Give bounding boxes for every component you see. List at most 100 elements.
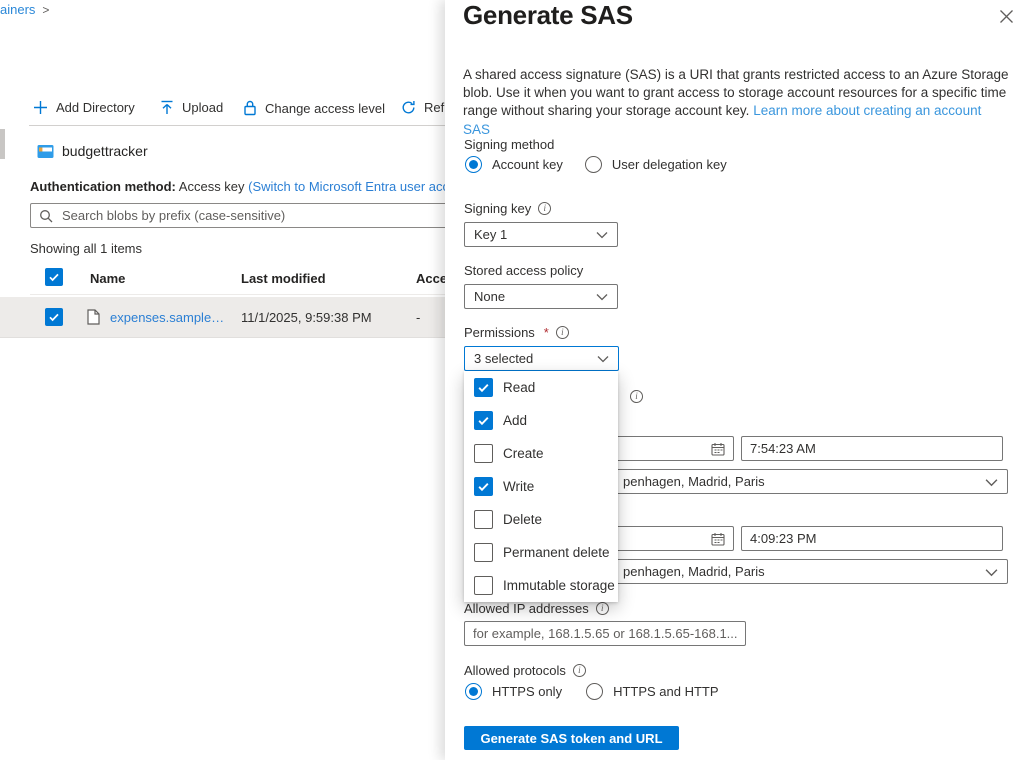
upload-button[interactable]: Upload — [160, 100, 223, 115]
column-header-access[interactable]: Acce — [416, 271, 445, 286]
permission-option-label: Write — [503, 479, 535, 494]
allowed-protocols-label: Allowed protocols i — [464, 663, 586, 678]
column-header-name[interactable]: Name — [90, 271, 125, 286]
stored-access-policy-label: Stored access policy — [464, 263, 584, 278]
allowed-ip-label-text: Allowed IP addresses — [464, 601, 589, 616]
signing-key-label-text: Signing key — [464, 201, 532, 216]
write-checkbox[interactable] — [474, 477, 493, 496]
allowed-ip-input[interactable] — [464, 621, 746, 646]
chevron-down-icon — [597, 356, 609, 363]
blob-row[interactable]: expenses.sample… 11/1/2025, 9:59:38 PM - — [0, 297, 445, 338]
refresh-icon — [402, 101, 415, 114]
create-checkbox[interactable] — [474, 444, 493, 463]
lock-icon — [244, 100, 256, 116]
https-and-http-label: HTTPS and HTTP — [613, 684, 719, 699]
change-access-level-label: Change access level — [265, 100, 385, 116]
expiry-time-input[interactable] — [741, 526, 1003, 551]
container-title: budgettracker — [37, 143, 148, 159]
change-access-level-button[interactable]: Change access level — [243, 100, 385, 116]
authentication-method-line: Authentication method: Access key (Switc… — [30, 179, 445, 194]
items-count-text: Showing all 1 items — [30, 241, 142, 256]
pane-edge-scrollbar[interactable] — [0, 129, 5, 159]
close-panel-button[interactable] — [996, 6, 1016, 26]
signing-method-label: Signing method — [464, 137, 555, 152]
check-icon — [478, 483, 489, 492]
signing-key-select[interactable]: Key 1 — [464, 222, 618, 247]
immutable-storage-checkbox[interactable] — [474, 576, 493, 595]
allowed-ip-label: Allowed IP addresses i — [464, 601, 609, 616]
user-delegation-key-radio[interactable] — [584, 156, 602, 173]
search-icon — [40, 209, 53, 222]
permission-option-label: Read — [503, 380, 536, 395]
check-icon — [49, 313, 59, 322]
permission-option-label: Delete — [503, 512, 543, 527]
blob-access-tier: - — [416, 310, 421, 325]
blob-search-box[interactable] — [30, 203, 445, 228]
blob-last-modified: 11/1/2025, 9:59:38 PM — [241, 310, 372, 325]
https-and-http-radio[interactable] — [586, 683, 604, 700]
permissions-label-text: Permissions — [464, 325, 535, 340]
plus-icon — [34, 101, 47, 114]
permission-option-create[interactable]: Create — [464, 437, 618, 470]
blob-name-link[interactable]: expenses.sample… — [110, 310, 224, 325]
blob-table-header: Name Last modified Acce — [30, 264, 445, 295]
calendar-icon[interactable] — [711, 442, 725, 456]
signing-key-value: Key 1 — [474, 227, 508, 242]
account-key-radio[interactable] — [465, 156, 482, 173]
permissions-select[interactable]: 3 selected — [464, 346, 619, 371]
check-icon — [478, 417, 489, 426]
breadcrumb-containers-link[interactable]: ainers — [0, 2, 35, 17]
close-icon — [999, 9, 1013, 23]
info-icon[interactable]: i — [630, 390, 643, 403]
panel-description: A shared access signature (SAS) is a URI… — [463, 66, 1011, 139]
start-time-input[interactable] — [741, 436, 1003, 461]
row-checkbox[interactable] — [45, 308, 63, 326]
add-checkbox[interactable] — [474, 411, 493, 430]
delete-checkbox[interactable] — [474, 510, 493, 529]
container-icon — [37, 144, 54, 158]
signing-key-label: Signing key i — [464, 201, 552, 216]
info-icon[interactable]: i — [555, 326, 569, 339]
check-icon — [478, 384, 489, 393]
calendar-icon[interactable] — [711, 532, 725, 546]
signing-method-radio-group: Account key User delegation key — [465, 156, 727, 173]
permission-option-read[interactable]: Read — [464, 371, 618, 404]
chevron-down-icon — [985, 569, 998, 577]
refresh-button[interactable]: Ref — [401, 100, 444, 115]
blob-search-input[interactable] — [62, 208, 445, 223]
add-directory-label: Add Directory — [56, 100, 135, 115]
switch-auth-link[interactable]: (Switch to Microsoft Entra user acc — [248, 179, 445, 194]
info-icon[interactable]: i — [572, 664, 586, 677]
https-only-label: HTTPS only — [492, 684, 563, 699]
permission-option-permanent-delete[interactable]: Permanent delete — [464, 536, 618, 569]
permissions-value: 3 selected — [474, 351, 534, 366]
chevron-down-icon — [596, 232, 608, 239]
auth-method-label: Authentication method: — [30, 179, 176, 194]
required-asterisk: * — [543, 325, 549, 340]
toolbar-divider — [29, 125, 445, 126]
stored-access-policy-value: None — [474, 289, 506, 304]
column-header-last-modified[interactable]: Last modified — [241, 271, 326, 286]
permission-option-label: Create — [503, 446, 544, 461]
permissions-dropdown-flyout: Read Add Create Write Delete Permanent d… — [464, 371, 618, 602]
permanent-delete-checkbox[interactable] — [474, 543, 493, 562]
refresh-label: Ref — [424, 100, 445, 115]
https-only-radio[interactable] — [465, 683, 482, 700]
permission-option-add[interactable]: Add — [464, 404, 618, 437]
generate-sas-button[interactable]: Generate SAS token and URL — [464, 726, 679, 750]
info-icon[interactable]: i — [595, 602, 609, 615]
read-checkbox[interactable] — [474, 378, 493, 397]
azure-portal-screen: ainers > Add Directory Upload Change acce… — [0, 0, 1024, 760]
allowed-protocols-radio-group: HTTPS only HTTPS and HTTP — [465, 683, 719, 700]
add-directory-button[interactable]: Add Directory — [33, 100, 135, 115]
permission-option-immutable-storage[interactable]: Immutable storage — [464, 569, 618, 602]
select-all-checkbox[interactable] — [45, 268, 63, 286]
permissions-label: Permissions * i — [464, 325, 569, 340]
stored-access-policy-select[interactable]: None — [464, 284, 618, 309]
permission-option-delete[interactable]: Delete — [464, 503, 618, 536]
info-icon[interactable]: i — [538, 202, 552, 215]
permission-option-label: Immutable storage — [503, 578, 615, 593]
permission-option-label: Permanent delete — [503, 545, 610, 560]
chevron-down-icon — [985, 479, 998, 487]
permission-option-write[interactable]: Write — [464, 470, 618, 503]
